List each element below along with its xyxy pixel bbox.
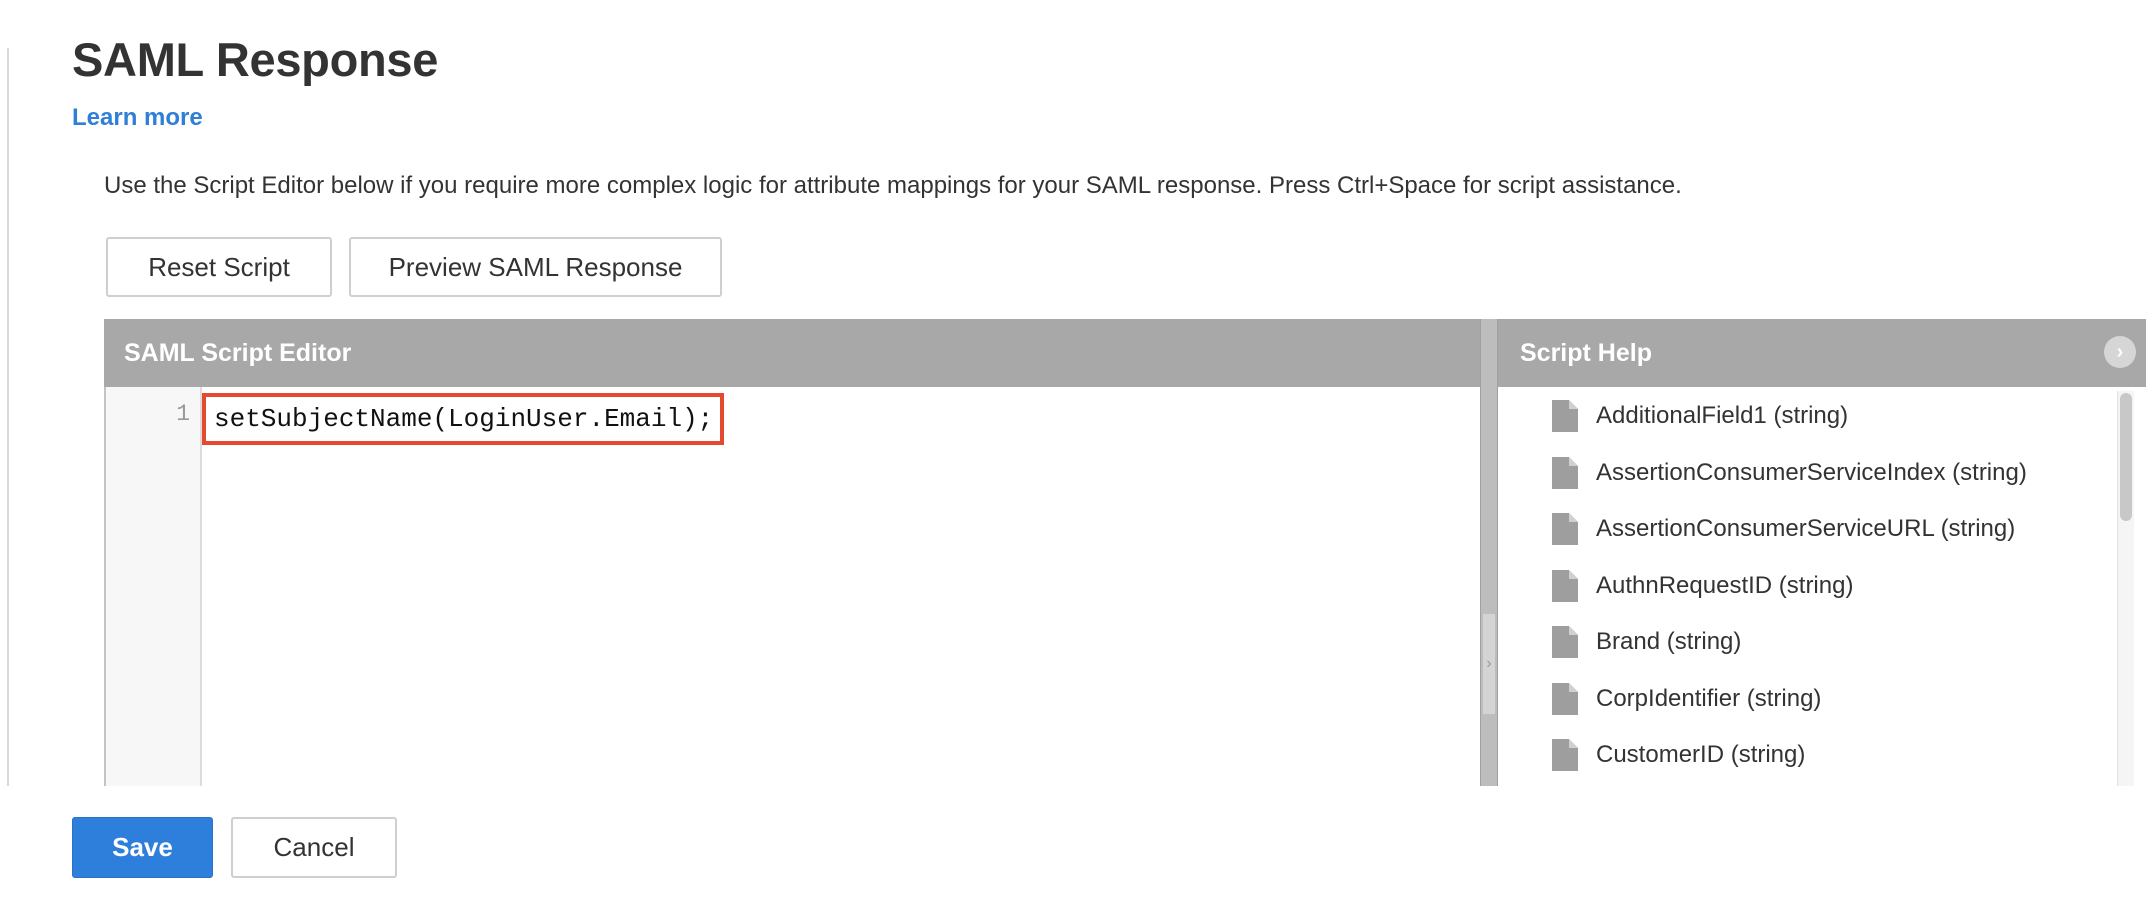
save-button[interactable]: Save [72,817,213,878]
line-gutter: 1 [106,387,202,786]
help-header: Script Help › [1498,319,2146,387]
editor-header: SAML Script Editor [104,319,1480,387]
help-item[interactable]: AssertionConsumerServiceURL (string) [1552,501,2027,558]
code-line[interactable]: setSubjectName(LoginUser.Email); [202,393,724,445]
help-item[interactable]: CorpIdentifier (string) [1552,671,2027,728]
help-list: AdditionalField1 (string) AssertionConsum… [1552,387,2027,784]
editor-description: Use the Script Editor below if you requi… [104,172,1682,199]
document-icon [1552,626,1578,659]
help-item-label: CorpIdentifier (string) [1596,684,1822,712]
code-area[interactable]: 1 setSubjectName(LoginUser.Email); [104,387,1480,786]
help-scrollbar[interactable] [2117,391,2134,786]
help-item-label: Brand (string) [1596,628,1742,656]
help-title: Script Help [1520,338,1652,367]
page-title: SAML Response [72,33,439,86]
scrollbar-thumb[interactable] [2120,393,2132,521]
splitter-handle[interactable]: › [1483,614,1495,714]
help-item-label: AdditionalField1 (string) [1596,402,1849,430]
help-item-label: AssertionConsumerServiceIndex (string) [1596,458,2027,486]
document-icon [1552,400,1578,433]
chevron-right-circle-icon[interactable]: › [2104,336,2136,368]
saml-script-editor: SAML Script Editor 1 setSubjectName(Logi… [104,319,1480,786]
help-item[interactable]: Brand (string) [1552,614,2027,671]
pane-splitter[interactable]: › [1480,319,1498,786]
help-item[interactable]: AuthnRequestID (string) [1552,558,2027,615]
preview-saml-response-button[interactable]: Preview SAML Response [349,237,722,297]
help-item[interactable]: CustomerID (string) [1552,727,2027,784]
document-icon [1552,513,1578,546]
help-item[interactable]: AdditionalField1 (string) [1552,388,2027,445]
help-item-label: AssertionConsumerServiceURL (string) [1596,515,2016,543]
cancel-button[interactable]: Cancel [231,817,397,878]
document-icon [1552,456,1578,489]
help-item-label: CustomerID (string) [1596,741,1806,769]
reset-script-button[interactable]: Reset Script [106,237,332,297]
left-divider [7,48,9,786]
document-icon [1552,739,1578,772]
line-number: 1 [176,401,190,427]
document-icon [1552,682,1578,715]
help-item[interactable]: AssertionConsumerServiceIndex (string) [1552,445,2027,502]
script-help-panel: Script Help › AdditionalField1 (string) A… [1498,319,2146,786]
document-icon [1552,569,1578,602]
learn-more-link[interactable]: Learn more [72,104,203,132]
help-list-container: AdditionalField1 (string) AssertionConsum… [1498,387,2146,786]
help-item-label: AuthnRequestID (string) [1596,571,1854,599]
editor-title: SAML Script Editor [124,338,352,367]
